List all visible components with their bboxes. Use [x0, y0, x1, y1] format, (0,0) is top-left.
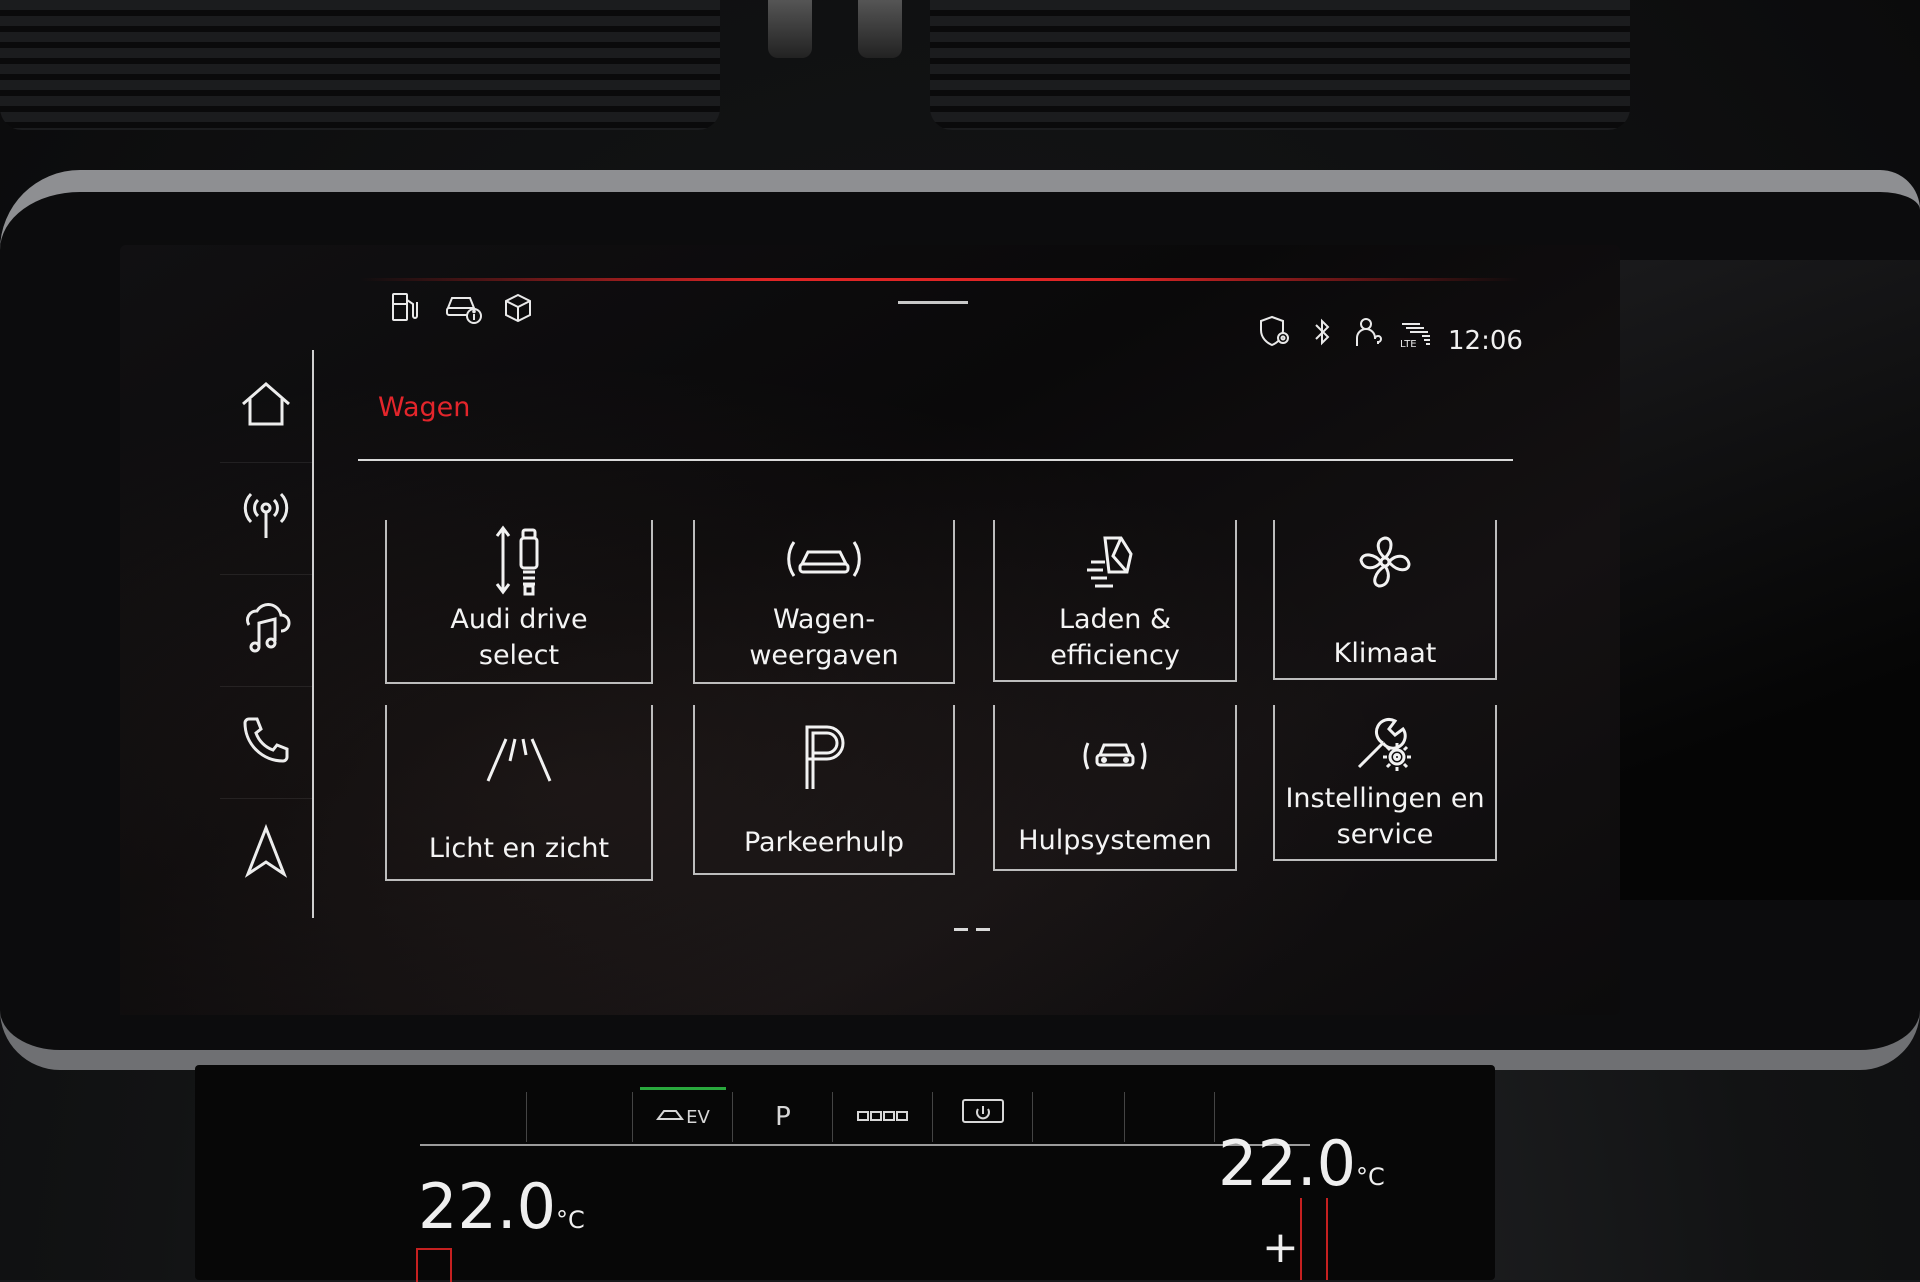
package-icon[interactable]	[502, 292, 534, 324]
car-view-icon	[695, 534, 953, 584]
phone-icon	[239, 713, 293, 771]
tile-hulpsystemen[interactable]: Hulpsystemen	[993, 705, 1237, 871]
assist-systems-icon	[995, 729, 1235, 783]
sidebar-item-navigation[interactable]	[220, 798, 312, 910]
tab-blank[interactable]	[1032, 1092, 1125, 1142]
active-tab-indicator	[640, 1087, 726, 1090]
power-icon	[960, 1097, 1006, 1138]
antenna-icon	[239, 490, 293, 546]
tile-parkeerhulp[interactable]: Parkeerhulp	[693, 705, 955, 875]
tab-power[interactable]	[932, 1092, 1033, 1142]
location-shield-icon[interactable]	[1258, 314, 1292, 350]
tab-blank[interactable]	[1124, 1092, 1215, 1142]
dash-trim	[1580, 260, 1920, 900]
temp-unit: °C	[556, 1206, 585, 1234]
tab-blank[interactable]	[526, 1092, 633, 1142]
page-title: Wagen	[378, 392, 471, 423]
temp-unit: °C	[1356, 1163, 1385, 1191]
tile-label: Licht en zicht	[428, 833, 610, 864]
tile-wagen-weergaven[interactable]: Wagen-weergaven	[693, 520, 955, 684]
tab-blank[interactable]	[420, 1092, 526, 1142]
right-temp-value: 22.0	[1218, 1127, 1357, 1200]
clock: 12:06	[1448, 326, 1523, 356]
lte-signal-icon: LTE	[1398, 318, 1432, 350]
air-vent-left	[0, 0, 720, 130]
sidebar-item-phone[interactable]	[220, 686, 312, 799]
fuel-icon[interactable]	[388, 290, 422, 324]
home-icon	[239, 380, 293, 432]
tile-audi-drive-select[interactable]: Audi drive select	[385, 520, 653, 684]
status-accent-line	[360, 278, 1520, 281]
tile-label: Klimaat	[1333, 638, 1437, 669]
tile-instellingen-en-service[interactable]: Instellingen en service	[1273, 705, 1497, 861]
vent-knob[interactable]	[858, 0, 902, 58]
sidebar-nav	[220, 350, 314, 918]
ev-car-icon	[656, 1105, 686, 1130]
drive-select-icon	[387, 524, 651, 598]
sidebar-item-radio[interactable]	[220, 462, 312, 575]
tab-seat[interactable]	[832, 1092, 933, 1142]
left-temp-slider[interactable]	[416, 1248, 452, 1282]
title-divider	[358, 459, 1513, 461]
tile-label: Wagen-weergaven	[749, 604, 899, 671]
tab-parking[interactable]: P	[732, 1092, 833, 1142]
seat-heating-icon	[856, 1107, 910, 1128]
pull-down-handle[interactable]	[898, 301, 968, 304]
sidebar-item-home[interactable]	[220, 350, 312, 463]
settings-wrench-icon	[1275, 713, 1495, 775]
person-help-icon[interactable]	[1354, 316, 1384, 350]
left-temperature[interactable]: 22.0°C	[418, 1170, 585, 1243]
vent-knob[interactable]	[768, 0, 812, 58]
navigation-arrow-icon	[242, 823, 290, 884]
tile-laden-efficiency[interactable]: Laden & efficiency	[993, 520, 1237, 682]
tile-label: Instellingen en service	[1285, 783, 1485, 850]
right-temp-slider[interactable]	[1300, 1198, 1328, 1280]
music-note-icon	[239, 601, 293, 659]
tile-label: Laden & efficiency	[1050, 604, 1180, 671]
temp-increase-button[interactable]: +	[1262, 1222, 1299, 1273]
tile-klimaat[interactable]: Klimaat	[1273, 520, 1497, 680]
light-vision-icon	[387, 735, 651, 785]
svg-text:LTE: LTE	[1400, 339, 1417, 350]
tab-ev[interactable]: EV	[632, 1092, 733, 1142]
tile-label: Hulpsystemen	[1018, 825, 1212, 856]
fan-icon	[1275, 532, 1495, 592]
bluetooth-icon[interactable]	[1312, 316, 1332, 348]
parking-icon	[695, 721, 953, 793]
air-vent-right	[930, 0, 1630, 130]
tile-licht-en-zicht[interactable]: Licht en zicht	[385, 705, 653, 881]
climate-tabs: EV P	[420, 1092, 1310, 1146]
sidebar-item-media[interactable]	[220, 574, 312, 687]
charging-efficiency-icon	[995, 532, 1235, 590]
tab-label: P	[775, 1102, 791, 1132]
tile-label: Audi drive select	[450, 604, 588, 671]
left-temp-value: 22.0	[418, 1170, 557, 1243]
right-temperature[interactable]: 22.0°C	[1218, 1127, 1385, 1200]
tab-label: EV	[686, 1106, 710, 1128]
car-info-icon[interactable]	[444, 290, 484, 326]
tile-label: Parkeerhulp	[743, 827, 905, 858]
page-indicator[interactable]	[954, 916, 998, 935]
